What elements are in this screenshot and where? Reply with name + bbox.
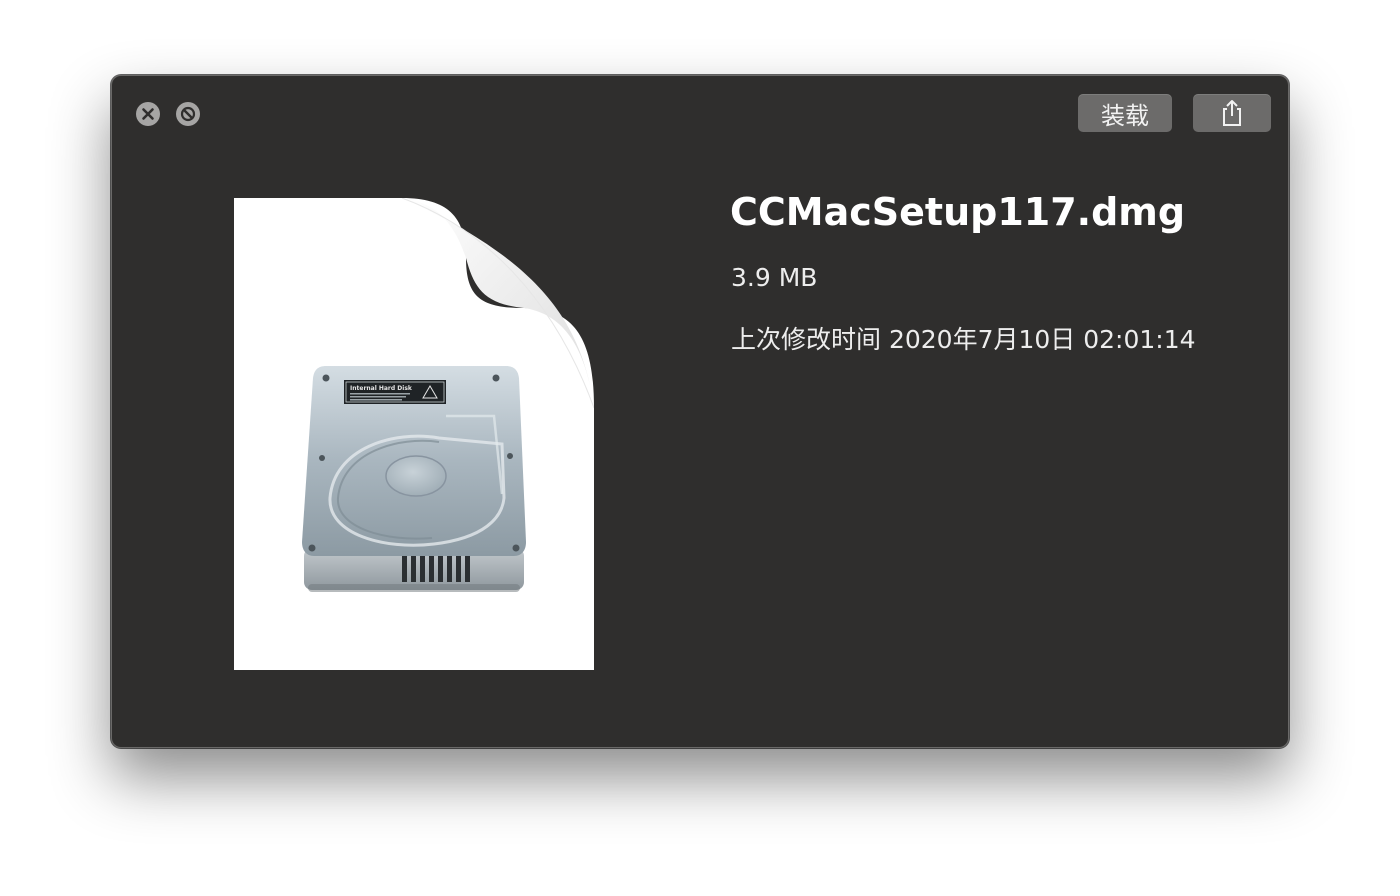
mount-button[interactable]: 装载 [1078, 94, 1172, 132]
drive-label-title: Internal Hard Disk [350, 385, 413, 392]
share-icon [1223, 100, 1241, 126]
file-modified-date: 上次修改时间 2020年7月10日 02:01:14 [731, 325, 1196, 354]
disk-image-icon: Internal Hard Disk [234, 197, 595, 670]
quick-look-window: 装载 Internal Hard Disk CCMacSetup117.dmg … [111, 75, 1289, 748]
close-button[interactable] [136, 102, 160, 126]
close-icon [142, 108, 154, 120]
exit-fullscreen-icon [180, 106, 196, 122]
share-button[interactable] [1193, 94, 1271, 132]
file-name: CCMacSetup117.dmg [730, 190, 1186, 234]
file-size: 3.9 MB [731, 263, 818, 292]
exit-fullscreen-button[interactable] [176, 102, 200, 126]
mount-button-label: 装载 [1101, 101, 1149, 130]
